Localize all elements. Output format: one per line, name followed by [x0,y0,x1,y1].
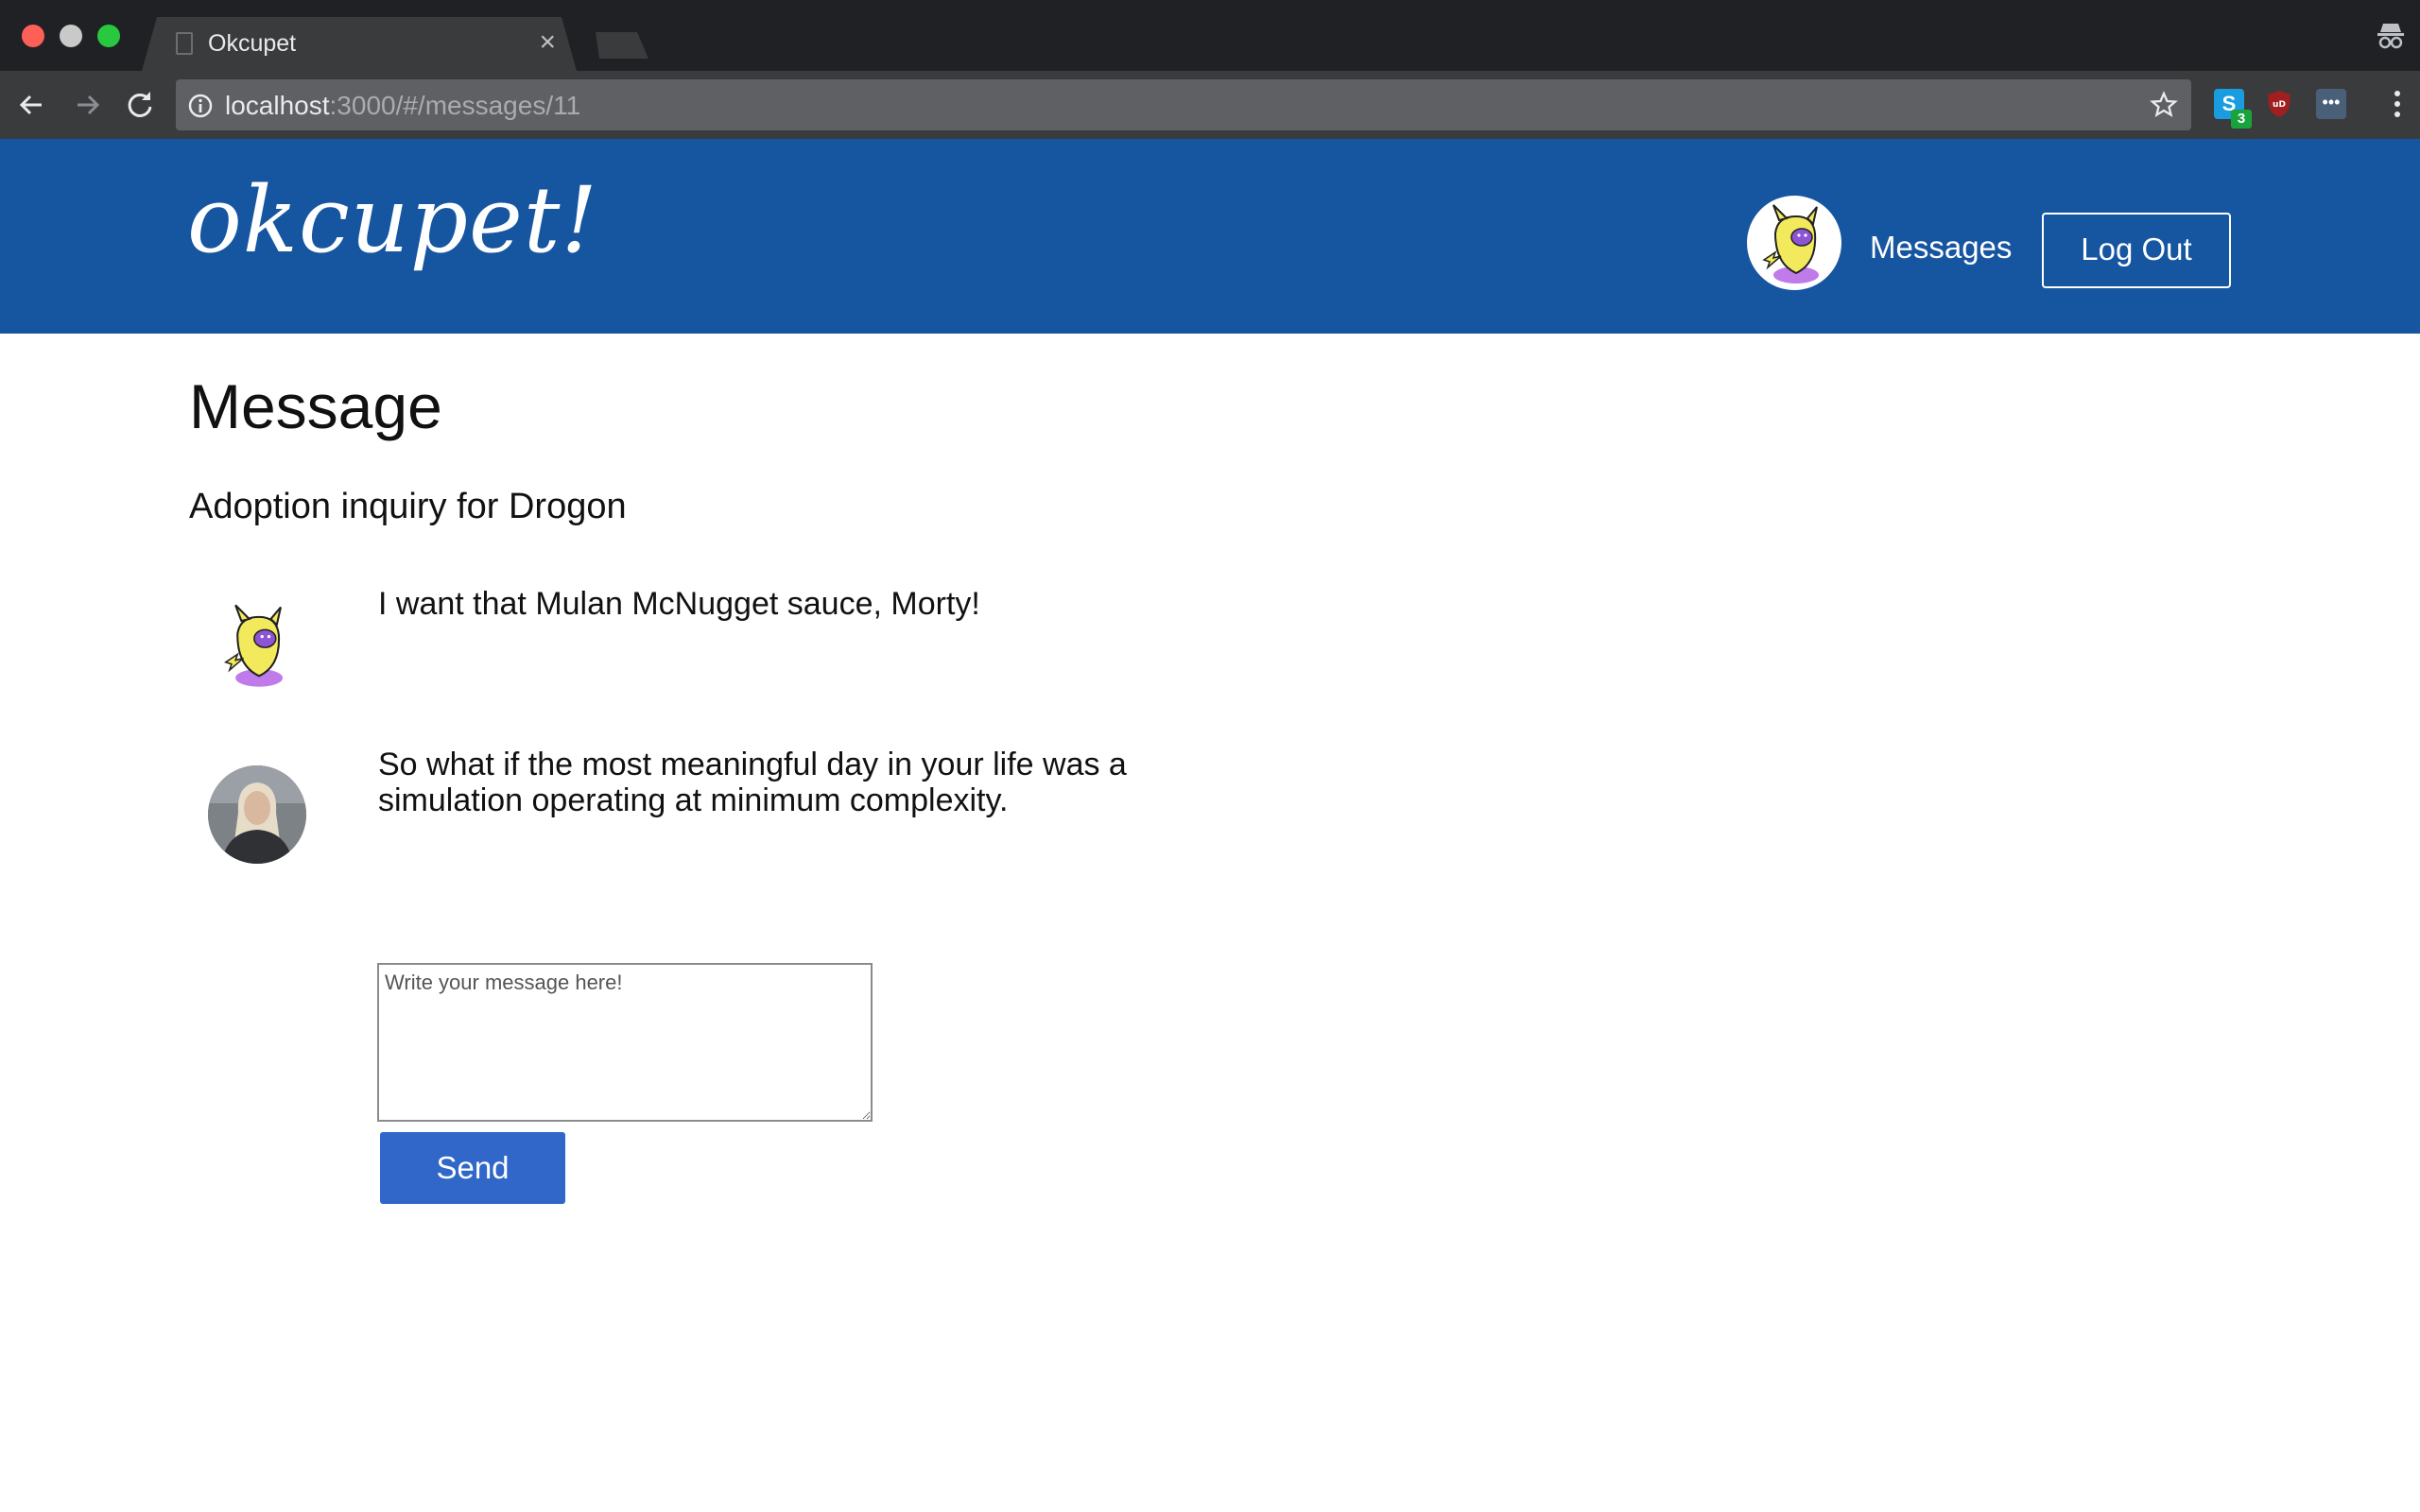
info-icon[interactable] [187,93,214,119]
url-host: localhost [225,91,330,120]
page-icon [176,32,193,55]
pikachu-ghost-avatar-icon [223,604,284,687]
user-photo-avatar-icon [208,765,306,864]
message-text: I want that Mulan McNugget sauce, Morty! [378,586,980,622]
url-text: localhost:3000/#/messages/11 [225,91,580,121]
user-avatar[interactable] [1747,196,1841,290]
maximize-window-button[interactable] [97,25,120,47]
browser-toolbar: localhost:3000/#/messages/11 S 3 uD ••• [0,71,2420,139]
message-text: So what if the most meaningful day in yo… [378,747,1127,818]
extension-s-icon[interactable]: S 3 [2214,89,2252,129]
message-input[interactable] [377,963,873,1122]
page-title: Message [189,371,442,441]
pikachu-ghost-avatar-icon [1762,204,1819,284]
bookmark-star-icon[interactable] [2150,91,2178,119]
sender-avatar [208,765,306,864]
tab-title: Okcupet [208,30,297,57]
browser-tab[interactable]: Okcupet × [142,17,577,71]
close-tab-icon[interactable]: × [539,26,556,59]
browser-tab-bar: Okcupet × [0,0,2420,71]
app-header: okcupet! Messages Log Out [0,139,2420,334]
incognito-icon [2377,24,2404,49]
minimize-window-button[interactable] [60,25,82,47]
app-logo[interactable]: okcupet! [187,167,598,273]
reload-icon[interactable] [121,86,159,124]
nav-messages-link[interactable]: Messages [1870,230,2012,266]
extension-badge: 3 [2231,110,2252,129]
extension-ub-label: uD [2273,100,2286,110]
url-path: :3000/#/messages/11 [329,91,581,120]
browser-menu-icon[interactable] [2392,88,2403,120]
back-arrow-icon[interactable] [13,86,51,124]
thread-subject: Adoption inquiry for Drogon [189,487,627,526]
send-button[interactable]: Send [380,1132,565,1204]
ublock-shield-icon[interactable]: uD [2264,89,2294,119]
extension-more-icon[interactable]: ••• [2316,89,2346,119]
sender-avatar [208,595,306,694]
logout-button[interactable]: Log Out [2042,213,2231,288]
new-tab-button[interactable] [588,32,648,59]
forward-arrow-icon[interactable] [68,86,106,124]
close-window-button[interactable] [22,25,44,47]
address-bar[interactable]: localhost:3000/#/messages/11 [176,79,2191,130]
